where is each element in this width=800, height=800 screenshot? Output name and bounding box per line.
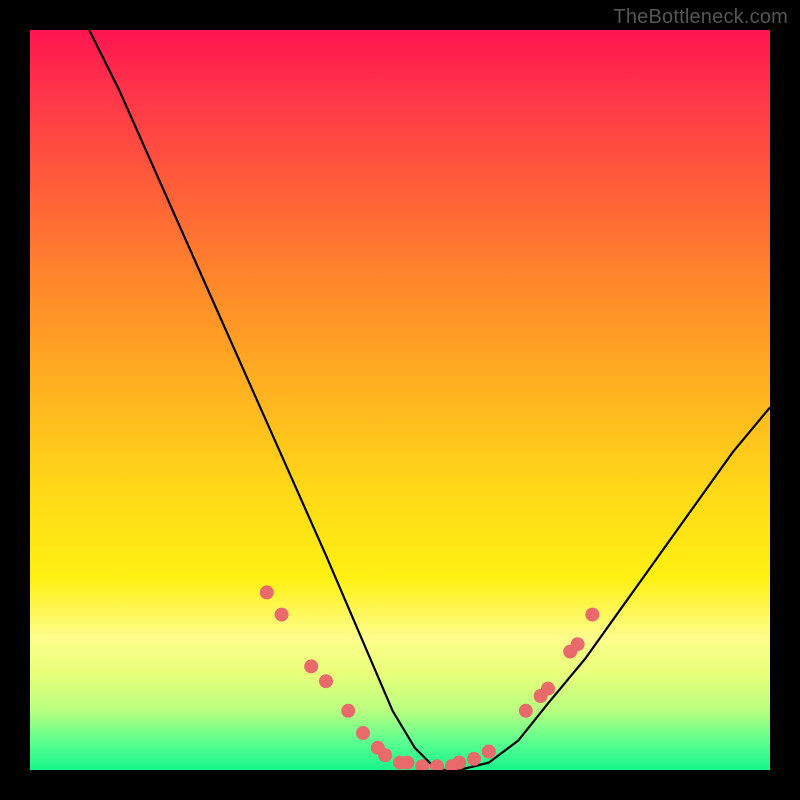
curve-markers bbox=[260, 585, 600, 770]
bottleneck-curve bbox=[89, 30, 770, 770]
curve-marker bbox=[319, 674, 333, 688]
curve-marker bbox=[571, 637, 585, 651]
curve-marker bbox=[452, 756, 466, 770]
curve-marker bbox=[341, 704, 355, 718]
curve-marker bbox=[467, 752, 481, 766]
plot-area bbox=[30, 30, 770, 770]
curve-marker bbox=[519, 704, 533, 718]
curve-marker bbox=[356, 726, 370, 740]
chart-container: TheBottleneck.com bbox=[0, 0, 800, 800]
curve-marker bbox=[430, 759, 444, 770]
curve-marker bbox=[304, 659, 318, 673]
chart-svg bbox=[30, 30, 770, 770]
curve-marker bbox=[260, 585, 274, 599]
curve-marker bbox=[585, 608, 599, 622]
curve-marker bbox=[482, 745, 496, 759]
curve-marker bbox=[275, 608, 289, 622]
curve-marker bbox=[378, 748, 392, 762]
curve-marker bbox=[400, 756, 414, 770]
watermark-text: TheBottleneck.com bbox=[613, 6, 788, 29]
curve-marker bbox=[541, 682, 555, 696]
